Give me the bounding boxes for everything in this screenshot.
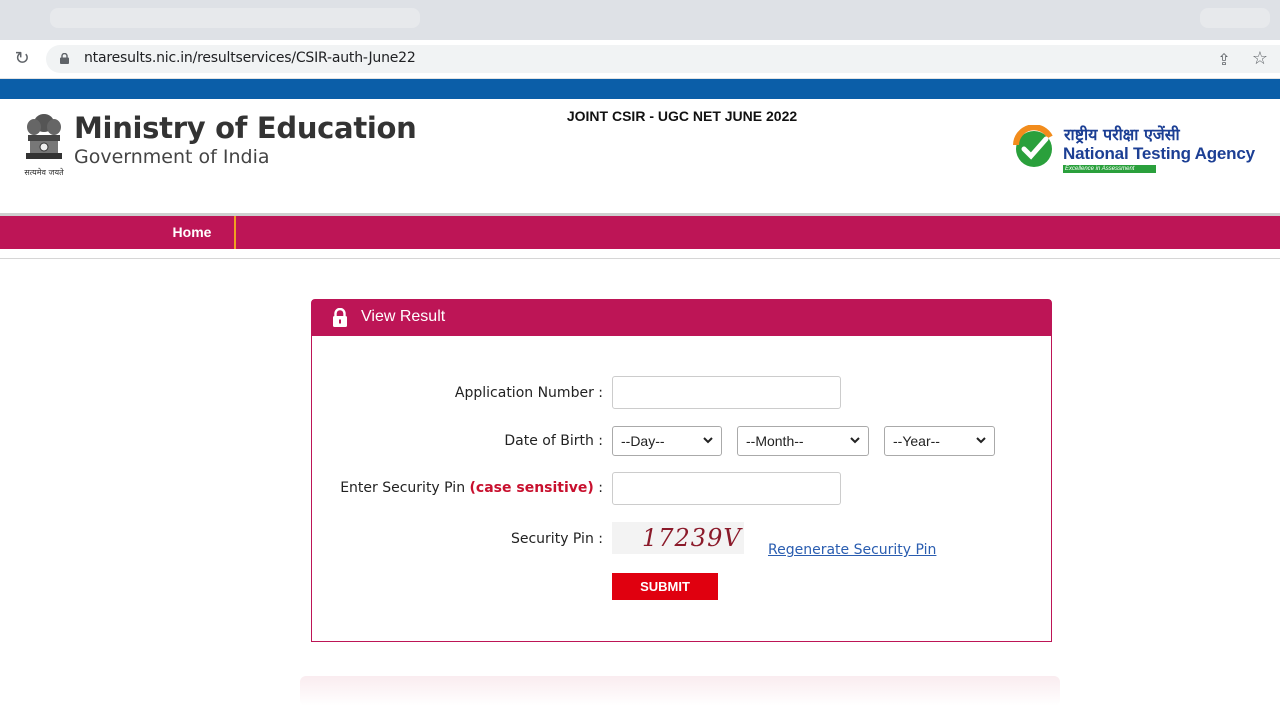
nav-home-link[interactable]: Home [150, 216, 236, 249]
dob-day-select[interactable]: --Day-- [612, 426, 722, 456]
exam-title: JOINT CSIR - UGC NET JUNE 2022 [566, 108, 798, 124]
security-pin-entry-label: Enter Security Pin (case sensitive) : [330, 480, 603, 496]
dob-year-select[interactable]: --Year-- [884, 426, 995, 456]
application-number-label: Application Number : [454, 385, 603, 401]
browser-toolbar: ↻ ntaresults.nic.in/resultservices/CSIR-… [0, 40, 1280, 79]
security-pin-colon: : [593, 480, 603, 496]
share-icon[interactable]: ⇪ [1214, 50, 1234, 70]
reload-icon[interactable]: ↻ [12, 49, 32, 69]
address-bar[interactable]: ntaresults.nic.in/resultservices/CSIR-au… [46, 45, 1280, 73]
browser-tabstrip [0, 0, 1280, 40]
browser-tab[interactable] [50, 8, 420, 28]
main-nav: Home [0, 216, 1280, 249]
application-number-input[interactable] [612, 376, 841, 409]
panel-shadow [300, 676, 1060, 706]
captcha-image: 17239V [612, 522, 744, 554]
site-header: सत्यमेव जयते Ministry of Education Gover… [0, 99, 1280, 213]
star-icon[interactable]: ☆ [1250, 48, 1270, 70]
dob-day-value: --Day-- [621, 433, 665, 449]
dob-month-value: --Month-- [746, 433, 804, 449]
top-blue-bar [0, 79, 1280, 99]
panel-title: View Result [361, 308, 446, 325]
panel-header: View Result [312, 300, 1051, 336]
regenerate-security-pin-link[interactable]: Regenerate Security Pin [768, 542, 936, 558]
dob-label: Date of Birth : [504, 433, 603, 449]
submit-button[interactable]: SUBMIT [612, 573, 718, 600]
window-controls[interactable] [1200, 8, 1270, 28]
nta-tagline: Excellence in Assessment [1063, 165, 1156, 173]
nta-check-logo-icon [1013, 125, 1053, 167]
chevron-down-icon [703, 437, 713, 444]
dob-year-value: --Year-- [893, 433, 940, 449]
nav-divider [0, 258, 1280, 259]
svg-text:सत्यमेव जयते: सत्यमेव जयते [24, 167, 64, 177]
url-text[interactable]: ntaresults.nic.in/resultservices/CSIR-au… [84, 50, 416, 66]
lock-icon [60, 53, 69, 64]
dob-month-select[interactable]: --Month-- [737, 426, 869, 456]
case-sensitive-note: (case sensitive) [469, 480, 594, 496]
nta-name-english: National Testing Agency [1063, 144, 1255, 163]
captcha-label: Security Pin : [510, 531, 603, 547]
chevron-down-icon [976, 437, 986, 444]
security-pin-input[interactable] [612, 472, 841, 505]
chevron-down-icon [850, 437, 860, 444]
captcha-text: 17239V [642, 524, 742, 552]
nta-name-hindi: राष्ट्रीय परीक्षा एजेंसी [1064, 125, 1180, 144]
security-pin-entry-text: Enter Security Pin [340, 480, 466, 496]
ministry-subtitle: Government of India [74, 146, 270, 168]
padlock-icon [333, 308, 347, 327]
